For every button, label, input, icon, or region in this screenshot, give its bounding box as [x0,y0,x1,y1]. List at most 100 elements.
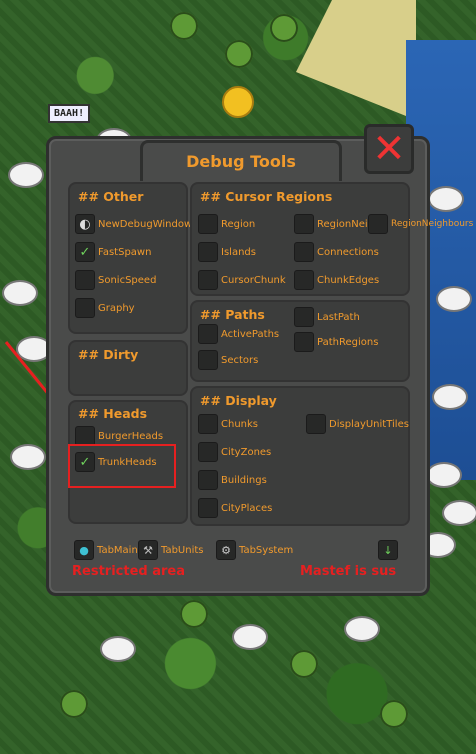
tree [180,600,208,628]
toggle-label: FastSpawn [98,246,152,258]
gear-icon: ⚙ [216,540,236,560]
toggle-activepaths[interactable]: ActivePaths [198,324,279,344]
toggle-region[interactable]: Region [198,214,255,234]
tree [290,650,318,678]
checkbox [294,214,314,234]
toggle-label: RegionNeighbours [391,219,474,229]
sheep[interactable] [426,462,462,488]
toggle-cityzones[interactable]: CityZones [198,442,271,462]
section-dirty-title: ## Dirty [78,347,139,362]
toggle-graphy[interactable]: Graphy [75,298,135,318]
toggle-sectors[interactable]: Sectors [198,350,258,370]
checkmark-icon: ✓ [75,242,95,262]
checkbox [294,332,314,352]
moon-icon: ◐ [75,214,95,234]
toggle-label: ChunkEdges [317,274,380,286]
collapse-button[interactable]: ↓ [378,540,398,560]
tree [270,14,298,42]
toggle-newdebugwindow[interactable]: ◐ NewDebugWindow [75,214,192,234]
sheep[interactable] [344,616,380,642]
toggle-label: BurgerHeads [98,430,164,442]
toggle-label: RegionNei [317,218,368,230]
toggle-chunks[interactable]: Chunks [198,414,258,434]
checkbox [198,350,218,370]
sheep[interactable] [100,636,136,662]
toggle-label: ActivePaths [221,328,280,340]
toggle-label: NewDebugWindow [98,218,193,230]
checkbox [294,270,314,290]
toggle-lastpath[interactable]: LastPath [294,307,360,327]
sheep[interactable] [428,186,464,212]
sheep[interactable] [442,500,476,526]
section-heads-title: ## Heads [78,406,148,421]
sheep[interactable] [232,624,268,650]
toggle-burgerheads[interactable]: BurgerHeads [75,426,163,446]
balloon-icon [222,86,254,118]
globe-icon: ● [74,540,94,560]
toggle-label: PathRegions [317,336,379,348]
tab-main[interactable]: ● TabMain [74,540,138,560]
sand-shore [296,0,416,120]
toggle-label: Islands [221,246,256,258]
checkbox [75,270,95,290]
toggle-label: SonicSpeed [98,274,157,286]
speech-bubble: BAAH! [48,104,91,123]
tree [380,700,408,728]
tab-units[interactable]: ⚒ TabUnits [138,540,204,560]
toggle-regionneighbours[interactable]: RegionNeighbours [368,214,473,234]
section-paths-title: ## Paths [200,307,265,322]
close-icon: ✕ [372,126,406,172]
checkbox [198,242,218,262]
toggle-label: Graphy [98,302,135,314]
checkbox [198,498,218,518]
red-highlight-box [68,444,176,488]
toggle-label: Connections [317,246,379,258]
checkbox [198,442,218,462]
tree [60,690,88,718]
checkbox [198,414,218,434]
toggle-label: Buildings [221,474,267,486]
checkbox [198,214,218,234]
toggle-label: DisplayUnitTiles [329,418,409,430]
sheep[interactable] [436,286,472,312]
toggle-islands[interactable]: Islands [198,242,256,262]
tree [170,12,198,40]
window-title: Debug Tools [140,140,342,181]
toggle-connections[interactable]: Connections [294,242,379,262]
toggle-sonicspeed[interactable]: SonicSpeed [75,270,156,290]
checkbox [294,242,314,262]
section-other-title: ## Other [78,189,144,204]
section-display-title: ## Display [200,393,277,408]
toggle-displayunittiles[interactable]: DisplayUnitTiles [306,414,409,434]
toggle-regionnei[interactable]: RegionNei [294,214,368,234]
toggle-label: Sectors [221,354,259,366]
sheep[interactable] [10,444,46,470]
toggle-cityplaces[interactable]: CityPlaces [198,498,272,518]
arrow-down-icon: ↓ [378,540,398,560]
checkbox [306,414,326,434]
toggle-fastspawn[interactable]: ✓ FastSpawn [75,242,151,262]
toggle-label: Region [221,218,256,230]
toggle-chunkedges[interactable]: ChunkEdges [294,270,379,290]
toggle-label: Chunks [221,418,258,430]
checkbox [75,298,95,318]
pickaxe-icon: ⚒ [138,540,158,560]
toggle-buildings[interactable]: Buildings [198,470,267,490]
checkbox [75,426,95,446]
tab-label: TabMain [97,544,138,556]
sheep[interactable] [8,162,44,188]
checkbox [198,270,218,290]
tab-system[interactable]: ⚙ TabSystem [216,540,293,560]
sheep[interactable] [2,280,38,306]
checkbox [368,214,388,234]
toggle-cursorchunk[interactable]: CursorChunk [198,270,286,290]
toggle-pathregions[interactable]: PathRegions [294,332,378,352]
sheep[interactable] [432,384,468,410]
tab-label: TabUnits [161,544,204,556]
toggle-label: CursorChunk [221,274,286,286]
checkbox [198,470,218,490]
tab-label: TabSystem [239,544,294,556]
close-button[interactable]: ✕ [364,124,414,174]
toggle-label: LastPath [317,311,360,323]
sus-text: Mastef is sus [300,564,397,579]
